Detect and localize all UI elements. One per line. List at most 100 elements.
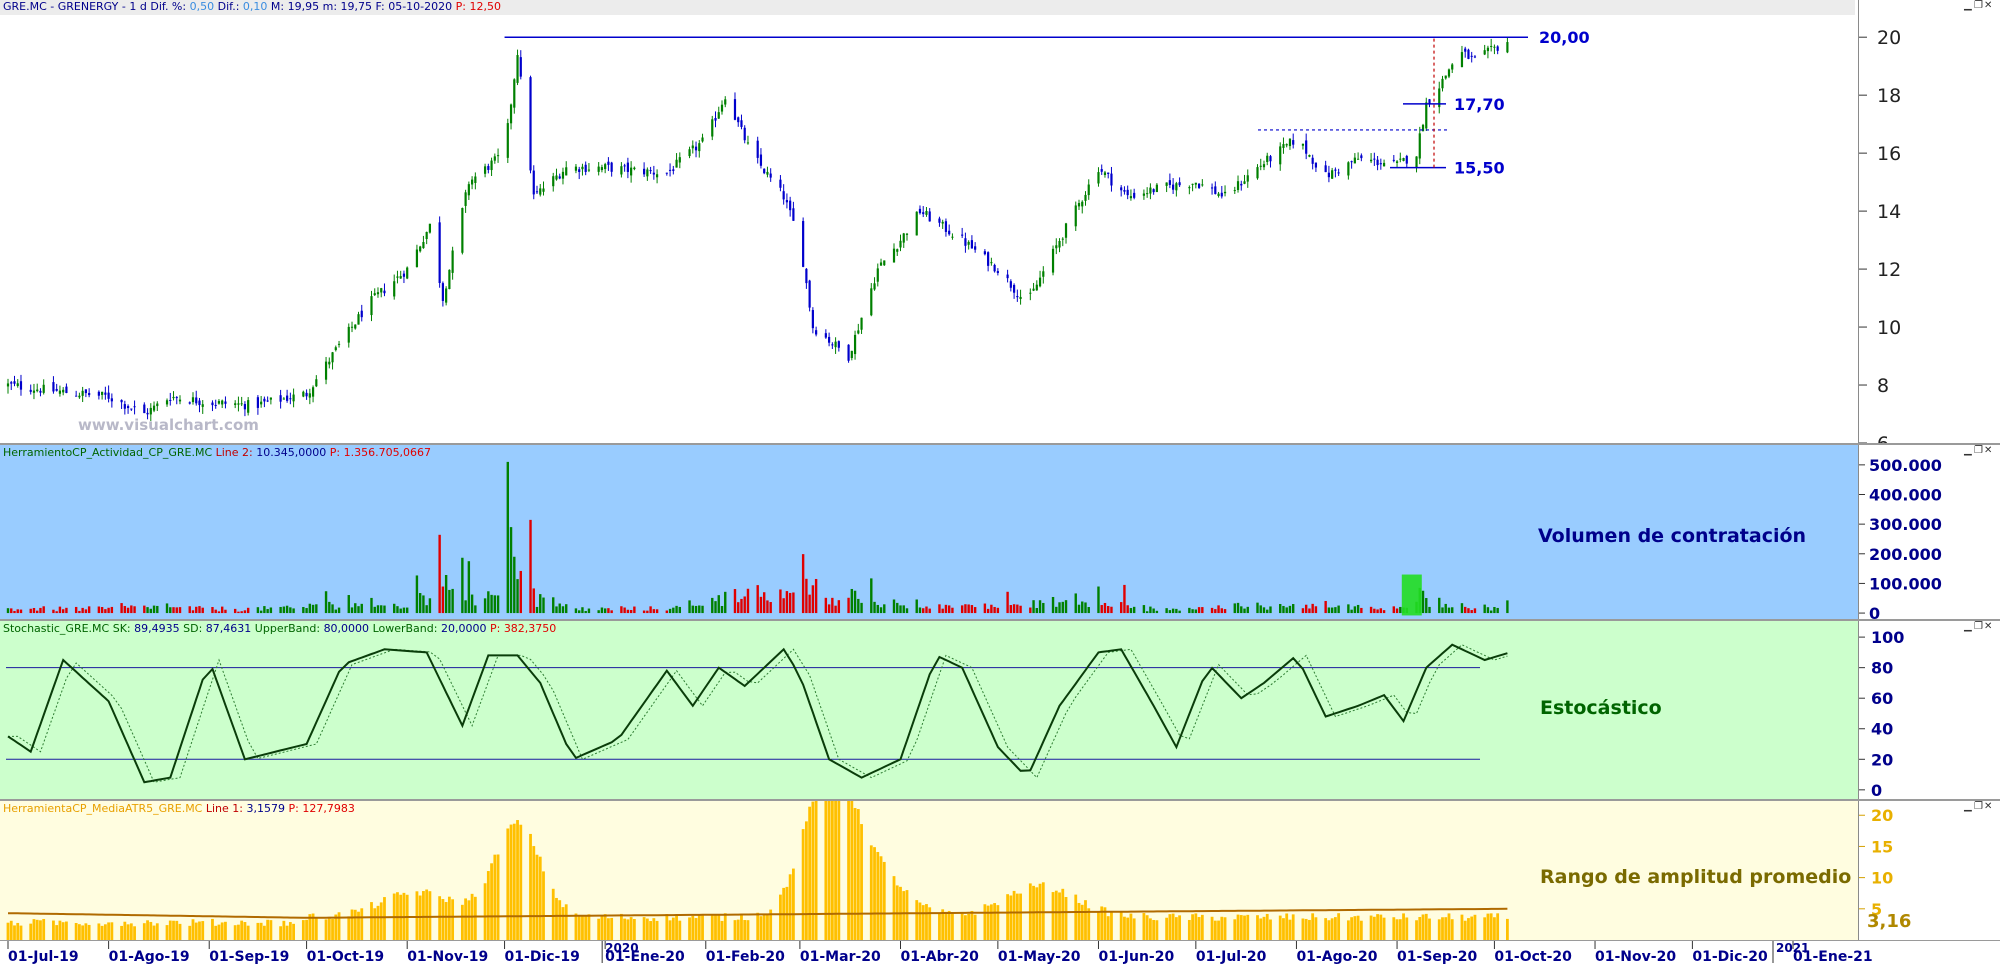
close-icon[interactable]: ✕ [1984, 801, 1994, 812]
candle-body [1051, 248, 1055, 273]
restore-icon[interactable]: ❐ [1974, 801, 1984, 812]
minimize-icon[interactable]: ▁ [1964, 0, 1974, 11]
minimize-icon[interactable]: ▁ [1964, 621, 1974, 632]
candle-body [370, 296, 373, 316]
minimize-icon[interactable]: ▁ [1964, 801, 1974, 812]
atr-bar [100, 925, 104, 940]
restore-icon[interactable]: ❐ [1974, 621, 1984, 632]
volume-bar [714, 601, 717, 614]
volume-bar [694, 605, 698, 614]
volume-y-axis[interactable]: 0 100.000 200.000 300.000 400.000 500.000 [1858, 445, 2000, 619]
atr-bar [13, 925, 16, 940]
candle-body [993, 264, 996, 272]
volume-bar [1081, 601, 1084, 614]
candle-body [1379, 163, 1382, 165]
candle-body [13, 381, 16, 384]
atr-bar [581, 915, 584, 940]
candle-body [561, 171, 565, 179]
volume-bar [246, 607, 250, 614]
candle-body [1210, 187, 1214, 189]
atr-bar [301, 920, 305, 940]
volume-window-controls[interactable]: ▁❐✕ [1964, 445, 1994, 456]
price-y-tick-label: 18 [1877, 85, 1901, 107]
price-window-controls[interactable]: ▁❐✕ [1964, 0, 1994, 11]
time-axis-ticks: 01-Jul-19 01-Ago-19 01-Sep-19 01-Oct-19 01-N… [7, 941, 1873, 965]
atr-bar [1376, 914, 1379, 940]
atr-bar [542, 871, 545, 940]
candle-body [198, 400, 201, 406]
volume-bar [347, 595, 350, 614]
atr-bar [746, 920, 750, 940]
volume-bar [1064, 600, 1068, 614]
volume-y-tick-label: 300.000 [1869, 515, 1942, 534]
atr-bar [1493, 917, 1496, 940]
candle-body [1084, 194, 1087, 201]
candle-body [467, 184, 470, 196]
atr-bar [655, 920, 659, 940]
candle-body [474, 176, 477, 183]
volume-bar [1337, 605, 1340, 614]
time-tick-label: 01-Jun-20 [1098, 949, 1174, 965]
atr-bar [1061, 888, 1065, 940]
volume-bar [1444, 603, 1447, 614]
atr-bar [850, 801, 854, 940]
stochastic-panel-title: Estocástico [1540, 697, 1662, 719]
atr-bar [597, 918, 601, 940]
atr-bar [379, 902, 383, 940]
atr-bar [1217, 920, 1220, 940]
atr-bar [1097, 912, 1100, 940]
volume-bar [402, 607, 406, 614]
candle-body [6, 383, 10, 387]
candle-body [922, 212, 925, 215]
stochastic-y-axis[interactable]: 0 20 40 60 80 100 [1858, 621, 2000, 799]
candle-body [853, 334, 857, 355]
atr-bar [1165, 917, 1169, 940]
volume-bar [237, 611, 240, 614]
volume-p-label: P: [329, 446, 341, 459]
atr-bar [464, 898, 468, 940]
candle-body [701, 137, 704, 142]
candle-body [785, 200, 789, 203]
candle-body [896, 249, 899, 252]
minimize-icon[interactable]: ▁ [1964, 445, 1974, 456]
atr-bar [237, 924, 240, 940]
atr-bar [373, 908, 377, 940]
candle-body [88, 393, 91, 396]
atr-window-controls[interactable]: ▁❐✕ [1964, 801, 1994, 812]
atr-y-axis[interactable]: 5 10 15 20 3,16 [1858, 801, 2000, 940]
atr-bar [214, 925, 218, 940]
atr-bar [168, 920, 172, 940]
atr-bar [327, 918, 331, 940]
atr-bar [1392, 917, 1396, 940]
volume-bar [779, 589, 782, 614]
price-y-axis[interactable]: 6 8 10 12 14 16 18 20 [1858, 0, 2000, 443]
volume-bar [1035, 608, 1039, 614]
close-icon[interactable]: ✕ [1984, 445, 1994, 456]
atr-bar [194, 922, 198, 940]
atr-bar [623, 918, 627, 940]
volume-bar [52, 609, 55, 614]
volume-bar [1356, 604, 1360, 614]
close-icon[interactable]: ✕ [1984, 621, 1994, 632]
atr-bar [532, 846, 536, 940]
atr-p-label: P: [288, 802, 299, 815]
atr-bar [175, 920, 179, 940]
candle-body [195, 397, 198, 404]
time-axis[interactable]: 01-Jul-19 01-Ago-19 01-Sep-19 01-Oct-19 01-N… [0, 940, 2000, 965]
candle-body [234, 403, 237, 405]
atr-bar [9, 920, 13, 940]
volume-plot: HerramientoCP_Actividad_CP_GRE.MC Line 2… [0, 445, 1858, 619]
atr-bar [509, 824, 513, 940]
close-icon[interactable]: ✕ [1984, 0, 1994, 11]
candle-body [1126, 189, 1129, 196]
volume-bar [1178, 610, 1181, 614]
candle-body [62, 389, 65, 393]
stochastic-window-controls[interactable]: ▁❐✕ [1964, 621, 1994, 632]
time-tick-label: 01-May-20 [998, 949, 1081, 965]
volume-bar [1314, 606, 1318, 614]
candle-body [584, 164, 587, 172]
atr-bar [288, 922, 292, 940]
restore-icon[interactable]: ❐ [1974, 0, 1984, 11]
restore-icon[interactable]: ❐ [1974, 445, 1984, 456]
candle-body [328, 361, 331, 365]
